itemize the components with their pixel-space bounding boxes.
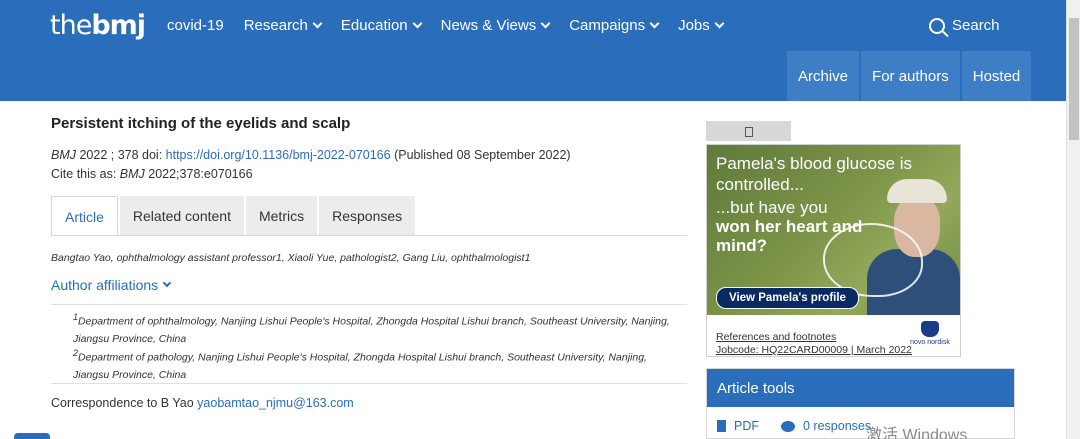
advertisement[interactable]: Pamela's blood glucose is controlled... … (706, 144, 961, 357)
article-tools-row: PDF 0 responses (717, 419, 871, 433)
site-header: thebmj covid-19 Research Education News … (0, 0, 1066, 101)
main-nav: covid-19 Research Education News & Views… (167, 17, 743, 34)
pdf-icon (717, 420, 726, 432)
tab-metrics[interactable]: Metrics (245, 196, 318, 236)
doi-link[interactable]: https://doi.org/10.1136/bmj-2022-070166 (166, 148, 391, 162)
ad-subheadline: ...but have you won her heart and mind? (716, 198, 863, 255)
affiliation-item: 2Department of pathology, Nanjing Lishui… (73, 348, 647, 381)
subnav-for-authors[interactable]: For authors (861, 51, 960, 101)
correspondence-email-link[interactable]: yaobamtao_njmu@163.com (197, 396, 354, 410)
article-tools-panel: Article tools PDF 0 responses (706, 368, 1015, 439)
tab-related-content[interactable]: Related content (119, 196, 244, 236)
view-profile-button[interactable]: View Pamela's profile (716, 287, 859, 309)
subnav-hosted[interactable]: Hosted (961, 51, 1032, 101)
nav-campaigns[interactable]: Campaigns (569, 17, 660, 34)
chevron-down-icon (714, 18, 725, 29)
nav-education[interactable]: Education (341, 17, 423, 34)
feedback-widget[interactable] (14, 433, 50, 439)
page-scrollbar[interactable] (1066, 0, 1080, 439)
search-button[interactable]: Search (929, 17, 1000, 34)
tab-responses[interactable]: Responses (319, 196, 416, 236)
ad-label-tab (706, 121, 791, 141)
ad-photo: Pamela's blood glucose is controlled... … (707, 145, 960, 315)
article-meta: BMJ 2022 ; 378 doi: https://doi.org/10.1… (51, 148, 571, 162)
author-affiliations-toggle[interactable]: Author affiliations (51, 277, 172, 293)
jobcode-text: Jobcode: HQ22CARD00009 | March 2022 (716, 344, 912, 356)
tab-article[interactable]: Article (51, 196, 118, 236)
tabs-divider (51, 235, 687, 236)
article-tools-title: Article tools (707, 369, 1014, 407)
sub-nav: Archive For authors Hosted (787, 51, 1033, 101)
responses-link[interactable]: 0 responses (803, 419, 871, 433)
novo-nordisk-logo: novo nordisk (907, 321, 953, 353)
chevron-down-icon (312, 18, 323, 29)
cite-as: Cite this as: BMJ 2022;378:e070166 (51, 167, 253, 181)
chevron-down-icon (162, 278, 172, 288)
scrollbar-thumb[interactable] (1069, 18, 1079, 140)
author-list: Bangtao Yao, ophthalmology assistant pro… (51, 252, 531, 264)
apis-bull-icon (921, 321, 939, 337)
correspondence: Correspondence to B Yao yaobamtao_njmu@1… (51, 396, 354, 410)
nav-covid[interactable]: covid-19 (167, 17, 224, 34)
pdf-link[interactable]: PDF (734, 419, 759, 433)
bmj-logo[interactable]: thebmj (50, 10, 146, 41)
affiliations-panel: 1Department of ophthalmology, Nanjing Li… (51, 304, 687, 384)
article-tabs: Article Related content Metrics Response… (51, 196, 417, 236)
ad-footer: References and footnotes Jobcode: HQ22CA… (716, 331, 912, 356)
affiliation-item: 1Department of ophthalmology, Nanjing Li… (73, 312, 670, 345)
references-link[interactable]: References and footnotes (716, 331, 912, 344)
ad-headline: Pamela's blood glucose is controlled... (716, 154, 913, 194)
chevron-down-icon (412, 18, 423, 29)
nav-research[interactable]: Research (244, 17, 323, 34)
subnav-archive[interactable]: Archive (787, 51, 860, 101)
document-icon (745, 127, 753, 137)
article-title: Persistent itching of the eyelids and sc… (51, 115, 351, 132)
nav-news-views[interactable]: News & Views (441, 17, 551, 34)
speech-bubble-icon (781, 420, 795, 432)
nav-jobs[interactable]: Jobs (678, 17, 725, 34)
windows-activation-watermark: 激活 Windows (866, 427, 968, 439)
search-icon (929, 17, 945, 34)
chevron-down-icon (540, 18, 551, 29)
chevron-down-icon (649, 18, 660, 29)
